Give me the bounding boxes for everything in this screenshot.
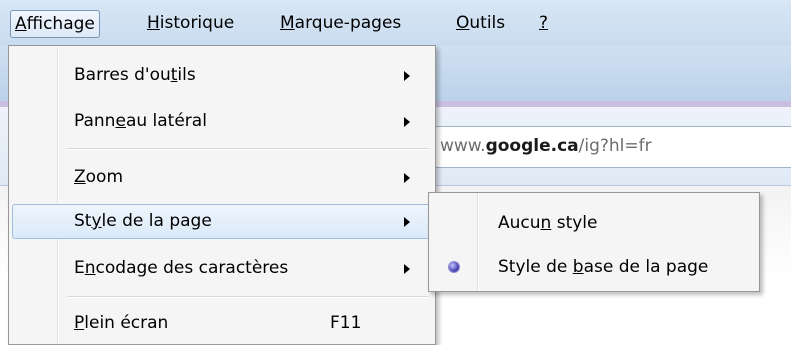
menu-historique[interactable]: Historique — [143, 10, 238, 38]
radio-selected-icon — [449, 262, 459, 272]
menu-item-style-page[interactable]: Style de la page — [12, 204, 432, 239]
address-url[interactable]: www.google.ca/ig?hl=fr — [440, 136, 652, 156]
menu-marque-pages[interactable]: Marque-pages — [276, 10, 405, 38]
menu-help[interactable]: ? — [535, 10, 552, 38]
menu-item-zoom[interactable]: Zoom — [12, 160, 432, 195]
style-page-submenu: Aucun style Style de base de la page — [428, 192, 760, 292]
submenu-arrow-icon — [404, 173, 410, 183]
shortcut-label: F11 — [330, 313, 362, 333]
submenu-arrow-icon — [404, 217, 410, 227]
menu-separator — [67, 148, 429, 150]
affichage-dropdown: Barres d'outils Panneau latéral Zoom Sty… — [8, 45, 436, 345]
submenu-item-style-base[interactable]: Style de base de la page — [432, 249, 756, 285]
submenu-arrow-icon — [404, 117, 410, 127]
menu-item-barres-outils[interactable]: Barres d'outils — [12, 58, 432, 93]
menu-outils[interactable]: Outils — [452, 10, 509, 38]
menu-affichage[interactable]: Affichage — [10, 10, 100, 38]
submenu-item-aucun-style[interactable]: Aucun style — [432, 205, 756, 241]
menu-separator — [67, 296, 429, 298]
menu-item-panneau-lateral[interactable]: Panneau latéral — [12, 104, 432, 139]
submenu-arrow-icon — [404, 71, 410, 81]
menu-item-plein-ecran[interactable]: Plein écran F11 — [12, 306, 432, 341]
menu-item-encodage[interactable]: Encodage des caractères — [12, 251, 432, 286]
submenu-arrow-icon — [404, 264, 410, 274]
